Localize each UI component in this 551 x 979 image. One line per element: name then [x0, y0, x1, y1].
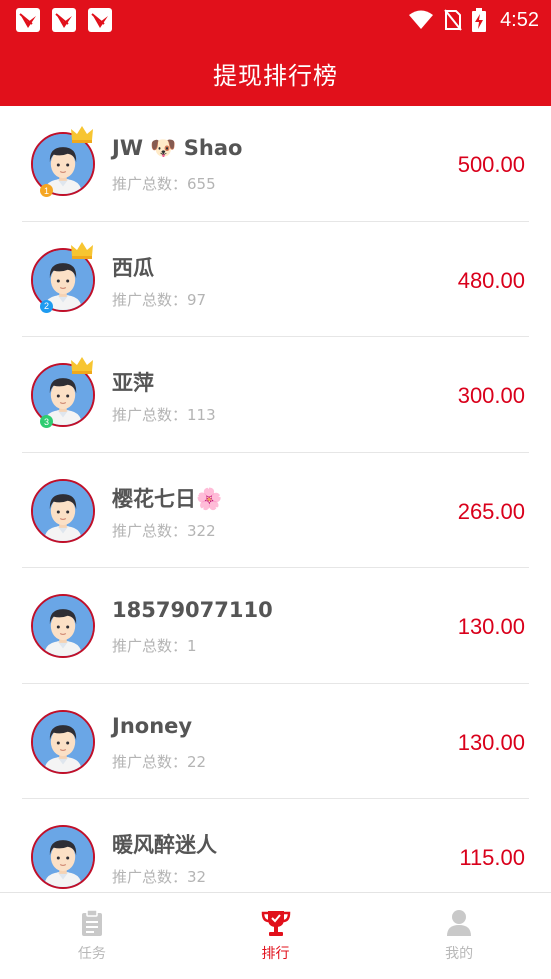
app-notification-icon [88, 8, 112, 32]
user-name: 樱花七日🌸 [112, 486, 223, 511]
clipboard-icon [81, 909, 102, 936]
person-icon [447, 910, 472, 936]
bottom-tab-bar: 任务 排行 我的 [0, 892, 551, 979]
list-item[interactable]: 樱花七日🌸 推广总数：322 265.00 [0, 453, 551, 568]
promotion-total: 推广总数：113 [112, 406, 216, 424]
user-name: JW 🐶 Shao [112, 136, 243, 160]
no-sim-icon [444, 9, 462, 31]
avatar [31, 709, 95, 774]
promotion-total: 推广总数：1 [112, 637, 197, 655]
user-name: 暖风醉迷人 [112, 833, 217, 857]
clock: 4:52 [500, 8, 539, 31]
avatar [31, 825, 95, 889]
battery-charging-icon [472, 8, 487, 32]
tab-mine[interactable]: 我的 [367, 893, 551, 979]
list-item[interactable]: Jnoney 推广总数：22 130.00 [0, 684, 551, 799]
withdraw-amount: 130.00 [457, 729, 525, 755]
promotion-total: 推广总数：97 [112, 290, 207, 309]
withdraw-amount: 500.00 [457, 152, 525, 177]
user-name: Jnoney [112, 713, 193, 738]
tab-task[interactable]: 任务 [0, 893, 184, 979]
app-notification-icon [16, 8, 40, 32]
rank-badge: 2 [40, 299, 53, 313]
promotion-total: 推广总数：22 [112, 752, 207, 771]
avatar [31, 594, 95, 658]
wifi-icon [409, 10, 434, 29]
ranking-list[interactable]: 1 JW 🐶 Shao 推广总数：655 500.00 2 西瓜推广总数：97 480.0… [0, 106, 551, 892]
withdraw-amount: 115.00 [459, 845, 525, 870]
promotion-total: 推广总数：655 [112, 175, 216, 193]
avatar [31, 478, 95, 543]
user-name: 18579077110 [112, 598, 273, 622]
withdraw-amount: 480.00 [457, 267, 525, 293]
rank-badge: 3 [40, 415, 53, 428]
list-item[interactable]: 暖风醉迷人推广总数：32 115.00 [0, 799, 551, 892]
trophy-icon [261, 911, 290, 936]
withdraw-amount: 265.00 [457, 498, 525, 524]
crown-icon [70, 124, 94, 148]
promotion-total: 推广总数：32 [112, 868, 207, 886]
list-item[interactable]: 3 亚萍推广总数：113 300.00 [0, 337, 551, 453]
rank-badge: 1 [40, 184, 53, 197]
tab-ranking[interactable]: 排行 [184, 893, 368, 979]
list-item[interactable]: 1 JW 🐶 Shao 推广总数：655 500.00 [0, 106, 551, 222]
withdraw-amount: 300.00 [457, 383, 525, 408]
withdraw-amount: 130.00 [457, 614, 525, 639]
tab-label: 排行 [261, 946, 290, 962]
list-item[interactable]: 18579077110 推广总数：1 130.00 [0, 568, 551, 684]
status-bar: 4:52 [0, 0, 551, 40]
promotion-total: 推广总数：322 [112, 521, 216, 540]
app-notification-icon [52, 8, 76, 32]
tab-label: 我的 [445, 946, 474, 962]
crown-icon [70, 240, 94, 264]
page-title: 提现排行榜 [213, 61, 338, 90]
user-name: 亚萍 [112, 371, 154, 395]
user-name: 西瓜 [112, 255, 154, 280]
app-header: 提现排行榜 [0, 40, 551, 106]
tab-label: 任务 [77, 946, 106, 962]
crown-icon [70, 355, 94, 379]
list-item[interactable]: 2 西瓜推广总数：97 480.00 [0, 222, 551, 337]
